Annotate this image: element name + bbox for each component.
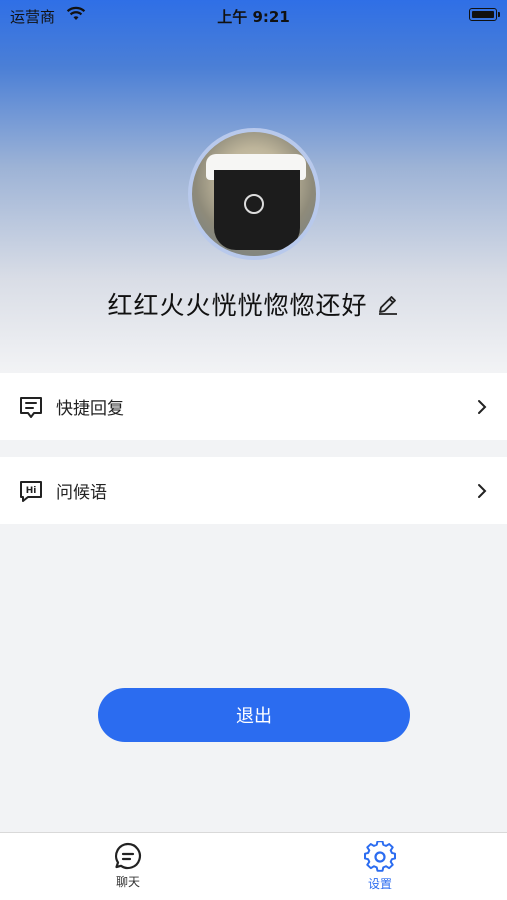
hi-greeting-icon: Hi bbox=[20, 480, 42, 502]
chat-icon bbox=[115, 842, 141, 870]
tab-label: 设置 bbox=[367, 877, 392, 891]
tab-label: 聊天 bbox=[115, 875, 140, 889]
menu-item-quick-reply[interactable]: 快捷回复 bbox=[0, 373, 507, 440]
username-row: 红红火火恍恍惚惚还好 bbox=[0, 284, 507, 324]
username: 红红火火恍恍惚惚还好 bbox=[107, 291, 368, 320]
chevron-right-icon bbox=[478, 399, 487, 414]
tab-settings[interactable]: 设置 bbox=[340, 841, 420, 892]
edit-pencil-icon[interactable] bbox=[376, 292, 400, 316]
menu-item-label: 快捷回复 bbox=[56, 399, 124, 419]
battery-icon bbox=[469, 8, 500, 21]
chevron-right-icon bbox=[478, 483, 487, 498]
quick-reply-icon bbox=[20, 396, 42, 418]
status-bar: 运营商 上午 9:21 bbox=[0, 0, 507, 32]
menu-item-label: 问候语 bbox=[56, 483, 107, 503]
avatar-cup-logo bbox=[244, 194, 264, 214]
settings-gear-icon bbox=[364, 841, 396, 872]
tab-bar: 聊天 设置 bbox=[0, 832, 507, 900]
avatar[interactable] bbox=[188, 128, 320, 260]
status-time: 上午 9:21 bbox=[217, 8, 290, 26]
svg-text:Hi: Hi bbox=[26, 486, 37, 496]
logout-button[interactable]: 退出 bbox=[98, 688, 410, 742]
menu-item-greeting[interactable]: Hi 问候语 bbox=[0, 457, 507, 524]
tab-chat[interactable]: 聊天 bbox=[88, 841, 168, 890]
